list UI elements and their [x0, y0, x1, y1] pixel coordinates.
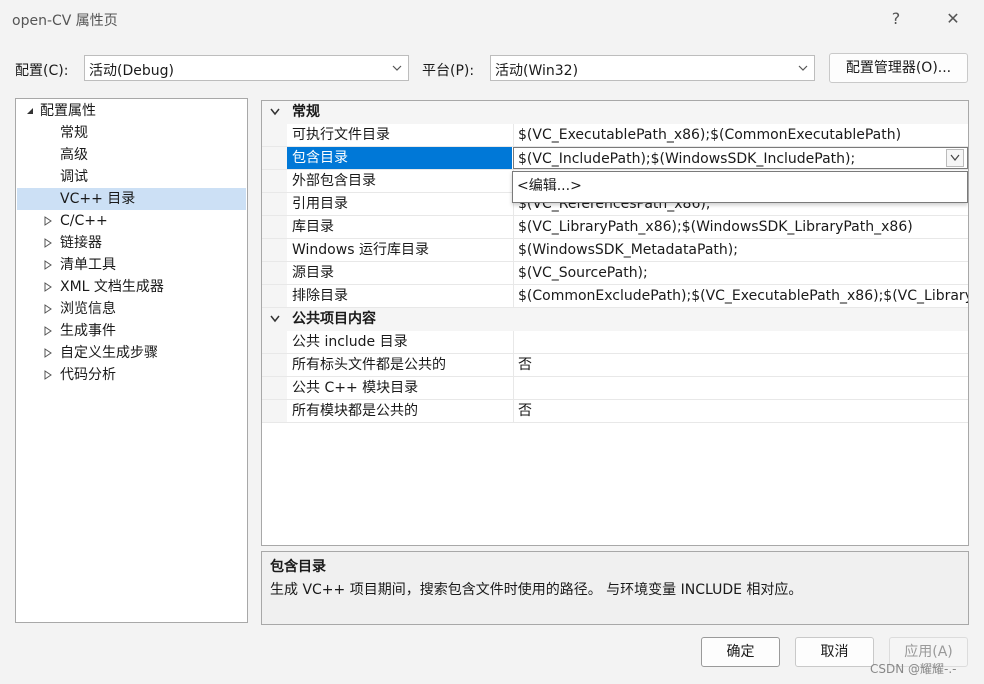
title-bar: open-CV 属性页 ? ✕	[0, 0, 984, 40]
row-gutter	[262, 147, 287, 169]
property-row[interactable]: 所有模块都是公共的 否	[262, 400, 968, 423]
category-label: 常规	[292, 104, 320, 120]
property-name: 包含目录	[287, 147, 512, 169]
category-label: 公共项目内容	[292, 311, 376, 327]
row-gutter	[262, 400, 287, 422]
row-gutter	[262, 285, 287, 307]
tree-item-linker[interactable]: 链接器	[60, 232, 102, 254]
property-name: 所有模块都是公共的	[292, 403, 418, 419]
platform-select-value: 活动(Win32)	[495, 63, 579, 79]
collapsed-triangle-icon[interactable]	[44, 238, 52, 248]
window-title: open-CV 属性页	[12, 13, 118, 29]
property-value[interactable]: 否	[513, 400, 968, 422]
property-value[interactable]: $(VC_ExecutablePath_x86);$(CommonExecuta…	[513, 124, 968, 146]
close-button[interactable]: ✕	[931, 4, 975, 34]
tree-item-general[interactable]: 常规	[60, 122, 88, 144]
row-gutter	[262, 170, 287, 192]
property-value[interactable]: $(CommonExcludePath);$(VC_ExecutablePath…	[513, 285, 968, 307]
collapsed-triangle-icon[interactable]	[44, 370, 52, 380]
property-name: 外部包含目录	[292, 173, 376, 189]
property-value[interactable]: 否	[513, 354, 968, 376]
category-public-project-content[interactable]: 公共项目内容	[262, 308, 968, 331]
description-text: 生成 VC++ 项目期间，搜索包含文件时使用的路径。 与环境变量 INCLUDE…	[270, 582, 803, 598]
chevron-down-icon	[270, 108, 280, 116]
property-value[interactable]	[513, 377, 968, 399]
cancel-button[interactable]: 取消	[795, 637, 874, 667]
platform-label: 平台(P):	[422, 63, 475, 79]
row-gutter	[262, 239, 287, 261]
help-button[interactable]: ?	[874, 4, 918, 34]
tree-item-build-events[interactable]: 生成事件	[60, 320, 116, 342]
property-name: 库目录	[292, 219, 334, 235]
property-row[interactable]: 库目录 $(VC_LibraryPath_x86);$(WindowsSDK_L…	[262, 216, 968, 239]
row-gutter	[262, 377, 287, 399]
tree-item-vc-directories[interactable]: VC++ 目录	[17, 188, 246, 210]
tree-item-xml-doc-generator[interactable]: XML 文档生成器	[60, 276, 164, 298]
config-select[interactable]: 活动(Debug)	[84, 55, 409, 81]
property-grid: 常规 可执行文件目录 $(VC_ExecutablePath_x86);$(Co…	[261, 100, 969, 546]
dropdown-item-edit[interactable]: <编辑...>	[517, 175, 582, 195]
property-tree: 配置属性 常规 高级 调试 VC++ 目录 C/C++ 链接器 清单工具 XML…	[15, 98, 248, 623]
collapsed-triangle-icon[interactable]	[44, 348, 52, 358]
expanded-triangle-icon[interactable]	[25, 106, 35, 116]
ok-button[interactable]: 确定	[701, 637, 780, 667]
property-name: 所有标头文件都是公共的	[292, 357, 446, 373]
property-row[interactable]: 公共 include 目录	[262, 331, 968, 354]
property-row-selected[interactable]: 包含目录 $(VC_IncludePath);$(WindowsSDK_Incl…	[262, 147, 968, 170]
property-name: 可执行文件目录	[292, 127, 390, 143]
property-value[interactable]: $(WindowsSDK_MetadataPath);	[513, 239, 968, 261]
property-value[interactable]: $(VC_LibraryPath_x86);$(WindowsSDK_Libra…	[513, 216, 968, 238]
config-manager-button[interactable]: 配置管理器(O)...	[829, 53, 968, 83]
platform-select[interactable]: 活动(Win32)	[490, 55, 815, 81]
property-name: 公共 include 目录	[292, 334, 408, 350]
property-row[interactable]: 公共 C++ 模块目录	[262, 377, 968, 400]
row-gutter	[262, 124, 287, 146]
row-gutter	[262, 193, 287, 215]
chevron-down-icon	[270, 315, 280, 323]
tree-item-manifest-tool[interactable]: 清单工具	[60, 254, 116, 276]
chevron-down-icon	[950, 154, 960, 161]
property-value[interactable]	[513, 331, 968, 353]
collapsed-triangle-icon[interactable]	[44, 326, 52, 336]
property-value[interactable]: $(VC_SourcePath);	[513, 262, 968, 284]
collapsed-triangle-icon[interactable]	[44, 260, 52, 270]
tree-item-browse-info[interactable]: 浏览信息	[60, 298, 116, 320]
chevron-down-icon	[798, 65, 808, 71]
property-row[interactable]: 源目录 $(VC_SourcePath);	[262, 262, 968, 285]
property-name: 引用目录	[292, 196, 348, 212]
tree-item-advanced[interactable]: 高级	[60, 144, 88, 166]
property-name: 公共 C++ 模块目录	[292, 380, 419, 396]
collapsed-triangle-icon[interactable]	[44, 216, 52, 226]
row-gutter	[262, 331, 287, 353]
collapsed-triangle-icon[interactable]	[44, 282, 52, 292]
row-gutter	[262, 216, 287, 238]
description-title: 包含目录	[270, 559, 326, 575]
tree-item-code-analysis[interactable]: 代码分析	[60, 364, 116, 386]
tree-root-config-properties[interactable]: 配置属性	[40, 100, 96, 122]
property-row[interactable]: 可执行文件目录 $(VC_ExecutablePath_x86);$(Commo…	[262, 124, 968, 147]
collapsed-triangle-icon[interactable]	[44, 304, 52, 314]
tree-item-cpp[interactable]: C/C++	[60, 210, 108, 232]
property-value-input[interactable]: $(VC_IncludePath);$(WindowsSDK_IncludePa…	[513, 147, 968, 169]
row-gutter	[262, 262, 287, 284]
dropdown-button[interactable]	[946, 149, 964, 167]
description-panel: 包含目录 生成 VC++ 项目期间，搜索包含文件时使用的路径。 与环境变量 IN…	[261, 551, 969, 625]
property-row[interactable]: Windows 运行库目录 $(WindowsSDK_MetadataPath)…	[262, 239, 968, 262]
property-name: 源目录	[292, 265, 334, 281]
watermark: CSDN @耀耀-.-	[870, 662, 957, 676]
row-gutter	[262, 354, 287, 376]
tree-item-custom-build-step[interactable]: 自定义生成步骤	[60, 342, 158, 364]
property-name: Windows 运行库目录	[292, 242, 429, 258]
property-row[interactable]: 所有标头文件都是公共的 否	[262, 354, 968, 377]
config-select-value: 活动(Debug)	[89, 63, 174, 79]
edit-dropdown-popup: <编辑...>	[512, 171, 968, 203]
property-name: 排除目录	[292, 288, 348, 304]
category-general[interactable]: 常规	[262, 101, 968, 124]
property-row[interactable]: 排除目录 $(CommonExcludePath);$(VC_Executabl…	[262, 285, 968, 308]
chevron-down-icon	[392, 65, 402, 71]
tree-item-debugging[interactable]: 调试	[60, 166, 88, 188]
config-label: 配置(C):	[15, 63, 69, 79]
